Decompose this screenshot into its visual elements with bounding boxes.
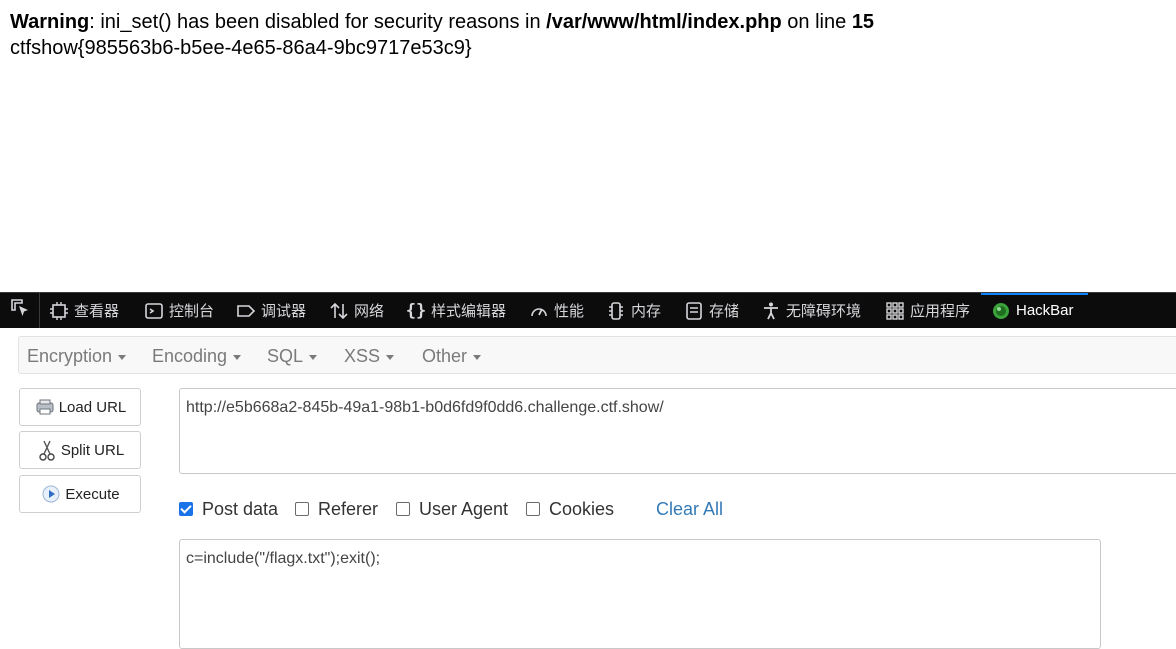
post-data-checkbox[interactable]	[179, 502, 193, 516]
caret-down-icon	[118, 354, 127, 360]
element-picker-button[interactable]	[0, 293, 40, 328]
flag-output: ctfshow{985563b6-b5ee-4e65-86a4-9bc9717e…	[10, 37, 472, 59]
console-icon	[143, 300, 165, 322]
hackbar-icon	[990, 300, 1012, 322]
php-warning: Warning: ini_set() has been disabled for…	[10, 10, 874, 34]
play-icon	[40, 483, 62, 505]
post-data-input[interactable]: c=include("/flagx.txt");exit();	[179, 539, 1101, 649]
storage-icon	[683, 300, 705, 322]
user-agent-option[interactable]: User Agent	[396, 498, 508, 520]
button-label: Load URL	[58, 398, 127, 416]
load-url-button[interactable]: Load URL	[19, 388, 141, 426]
cookies-checkbox[interactable]	[526, 502, 540, 516]
cookies-option[interactable]: Cookies	[526, 498, 614, 520]
execute-button[interactable]: Execute	[19, 475, 141, 513]
split-url-button[interactable]: Split URL	[19, 431, 141, 469]
clear-all-link[interactable]: Clear All	[656, 498, 723, 520]
tab-label: 存储	[709, 303, 740, 320]
tab-performance[interactable]: 性能	[528, 293, 584, 328]
tab-debugger[interactable]: 调试器	[235, 293, 306, 328]
performance-icon	[528, 300, 550, 322]
element-picker-icon	[10, 298, 30, 323]
warning-text: : ini_set() has been disabled for securi…	[89, 11, 547, 33]
tab-label: 网络	[354, 303, 385, 320]
tab-memory[interactable]: 内存	[605, 293, 661, 328]
tab-style-editor[interactable]: {} 样式编辑器	[405, 293, 506, 328]
option-label: Cookies	[549, 498, 615, 519]
menu-encryption[interactable]: Encryption	[27, 337, 127, 375]
referer-checkbox[interactable]	[295, 502, 309, 516]
caret-down-icon	[386, 354, 395, 360]
accessibility-icon	[760, 300, 782, 322]
load-url-icon	[34, 396, 56, 418]
tab-application[interactable]: 应用程序	[884, 293, 970, 328]
menu-label: SQL	[267, 346, 304, 366]
option-label: Referer	[318, 498, 379, 519]
hackbar-panel: Encryption Encoding SQL XSS Other Load U…	[0, 328, 1176, 649]
option-label: Post data	[202, 498, 279, 519]
network-icon	[328, 300, 350, 322]
tab-label: 样式编辑器	[431, 303, 507, 320]
menu-label: Other	[422, 346, 468, 366]
tab-inspector[interactable]: 查看器	[48, 293, 119, 328]
application-icon	[884, 300, 906, 322]
button-label: Execute	[65, 485, 120, 503]
menu-label: Encryption	[27, 346, 113, 366]
referer-option[interactable]: Referer	[295, 498, 378, 520]
menu-label: XSS	[344, 346, 381, 366]
devtools-toolbar: 查看器 控制台 调试器 网络 {} 样式编辑器 性能 内存 存储 无障碍环境 应…	[0, 292, 1176, 328]
tab-label: HackBar	[1016, 302, 1074, 319]
menu-encoding[interactable]: Encoding	[152, 337, 242, 375]
tab-label: 调试器	[261, 303, 307, 320]
scissors-icon	[36, 439, 58, 461]
caret-down-icon	[473, 354, 482, 360]
tab-network[interactable]: 网络	[328, 293, 384, 328]
tab-label: 无障碍环境	[786, 303, 862, 320]
menu-other[interactable]: Other	[422, 337, 482, 375]
warning-line-number: 15	[851, 11, 875, 33]
tab-label: 控制台	[169, 303, 215, 320]
hackbar-menu-bar: Encryption Encoding SQL XSS Other	[18, 336, 1176, 374]
caret-down-icon	[309, 354, 318, 360]
tab-console[interactable]: 控制台	[143, 293, 214, 328]
tab-accessibility[interactable]: 无障碍环境	[760, 293, 861, 328]
option-label: User Agent	[419, 498, 509, 519]
url-input[interactable]: http://e5b668a2-845b-49a1-98b1-b0d6fd9f0…	[179, 388, 1176, 474]
tab-label: 性能	[554, 303, 585, 320]
menu-sql[interactable]: SQL	[267, 337, 318, 375]
menu-label: Encoding	[152, 346, 228, 366]
tab-label: 内存	[631, 303, 662, 320]
user-agent-checkbox[interactable]	[396, 502, 410, 516]
active-tab-indicator	[981, 293, 1088, 295]
warning-text-line: on line	[781, 11, 852, 33]
tab-label: 应用程序	[910, 303, 971, 320]
inspector-icon	[48, 300, 70, 322]
memory-icon	[605, 300, 627, 322]
style-editor-icon: {}	[405, 300, 427, 321]
warning-label: Warning	[10, 11, 90, 33]
tab-label: 查看器	[74, 303, 120, 320]
tab-hackbar[interactable]: HackBar	[990, 293, 1074, 328]
button-label: Split URL	[60, 441, 125, 459]
debugger-icon	[235, 300, 257, 322]
post-data-option[interactable]: Post data	[179, 498, 278, 520]
caret-down-icon	[233, 354, 242, 360]
page-output: Warning: ini_set() has been disabled for…	[0, 0, 1176, 292]
menu-xss[interactable]: XSS	[344, 337, 395, 375]
warning-path: /var/www/html/index.php	[546, 11, 782, 33]
tab-storage[interactable]: 存储	[683, 293, 739, 328]
